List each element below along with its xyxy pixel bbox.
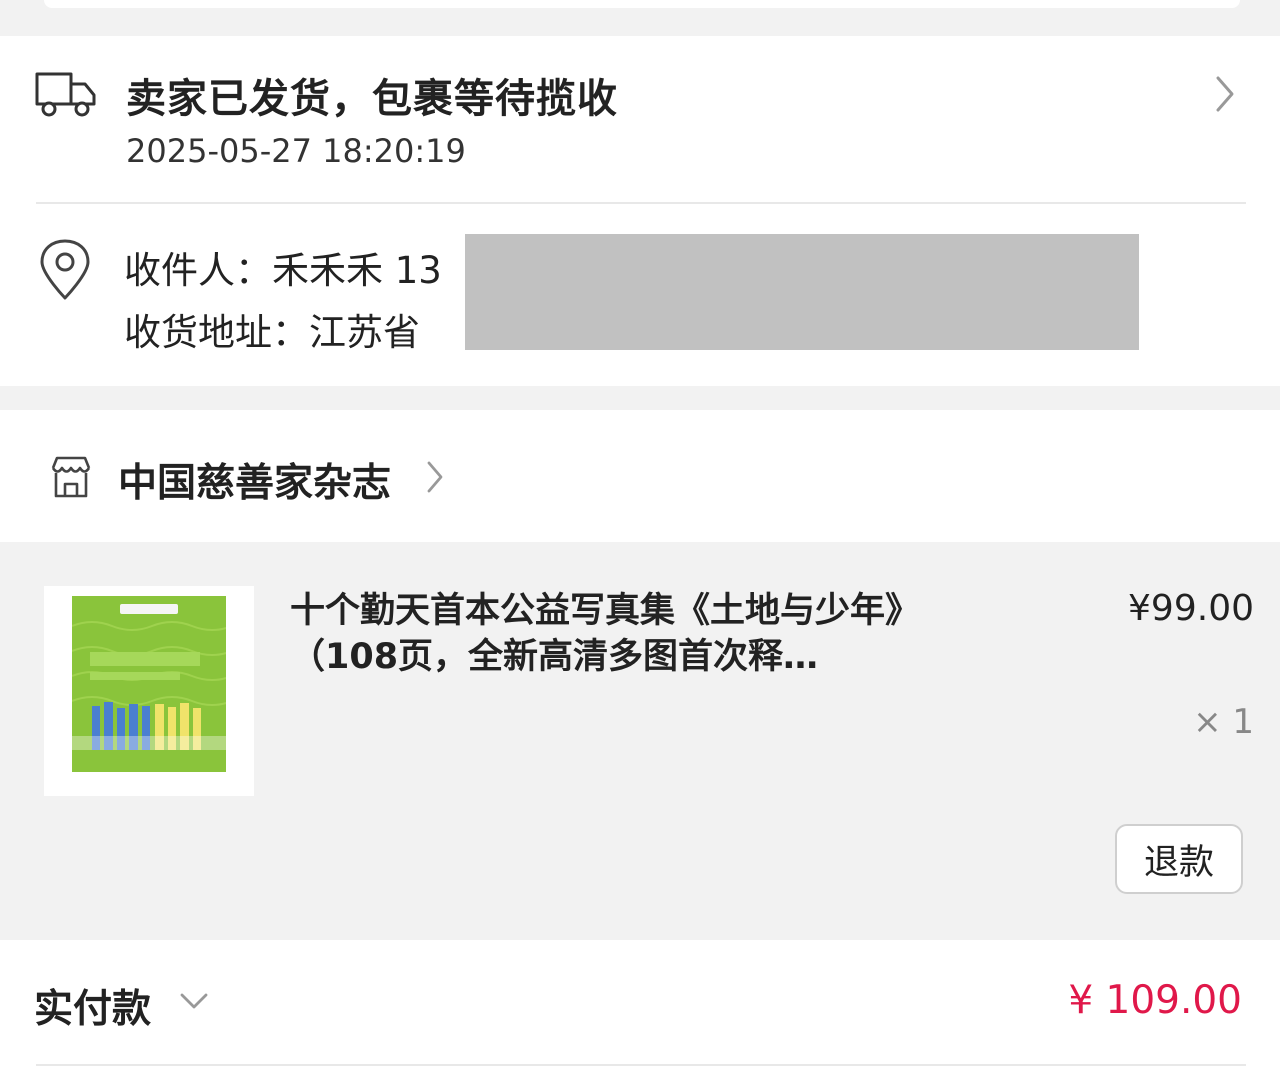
book-cover-art — [71, 596, 233, 772]
book-cover-image — [71, 596, 233, 772]
shipping-status: 卖家已发货，包裹等待揽收 — [126, 76, 618, 122]
product-thumbnail[interactable] — [44, 586, 254, 796]
address-line: 收货地址：江苏省 — [124, 311, 420, 354]
top-strip — [0, 0, 1280, 36]
shop-chevron-icon[interactable] — [424, 458, 446, 496]
refund-button[interactable]: 退款 — [1115, 824, 1243, 894]
recipient-line: 收件人：禾禾禾 13 — [124, 249, 442, 292]
shop-icon — [51, 456, 91, 498]
actual-payment-label[interactable]: 实付款 — [34, 978, 151, 1034]
product-price: ¥99.00 — [1128, 588, 1254, 629]
actual-payment-amount: ¥ 109.00 — [1068, 978, 1242, 1023]
location-pin-icon — [40, 239, 90, 300]
shop-name[interactable]: 中国慈善家杂志 — [118, 452, 391, 508]
chevron-right-icon[interactable] — [1210, 72, 1240, 116]
shipping-time: 2025-05-27 18:20:19 — [126, 132, 466, 170]
redacted-info — [465, 234, 1139, 350]
truck-icon — [35, 72, 96, 117]
divider — [36, 202, 1246, 204]
previous-card-edge — [44, 0, 1240, 8]
divider — [36, 1064, 1246, 1066]
product-quantity: × 1 — [1193, 702, 1254, 742]
product-title[interactable]: 十个勤天首本公益写真集《土地与少年》（108页，全新高清多图首次释… — [290, 588, 950, 680]
chevron-down-icon[interactable] — [178, 990, 210, 1012]
